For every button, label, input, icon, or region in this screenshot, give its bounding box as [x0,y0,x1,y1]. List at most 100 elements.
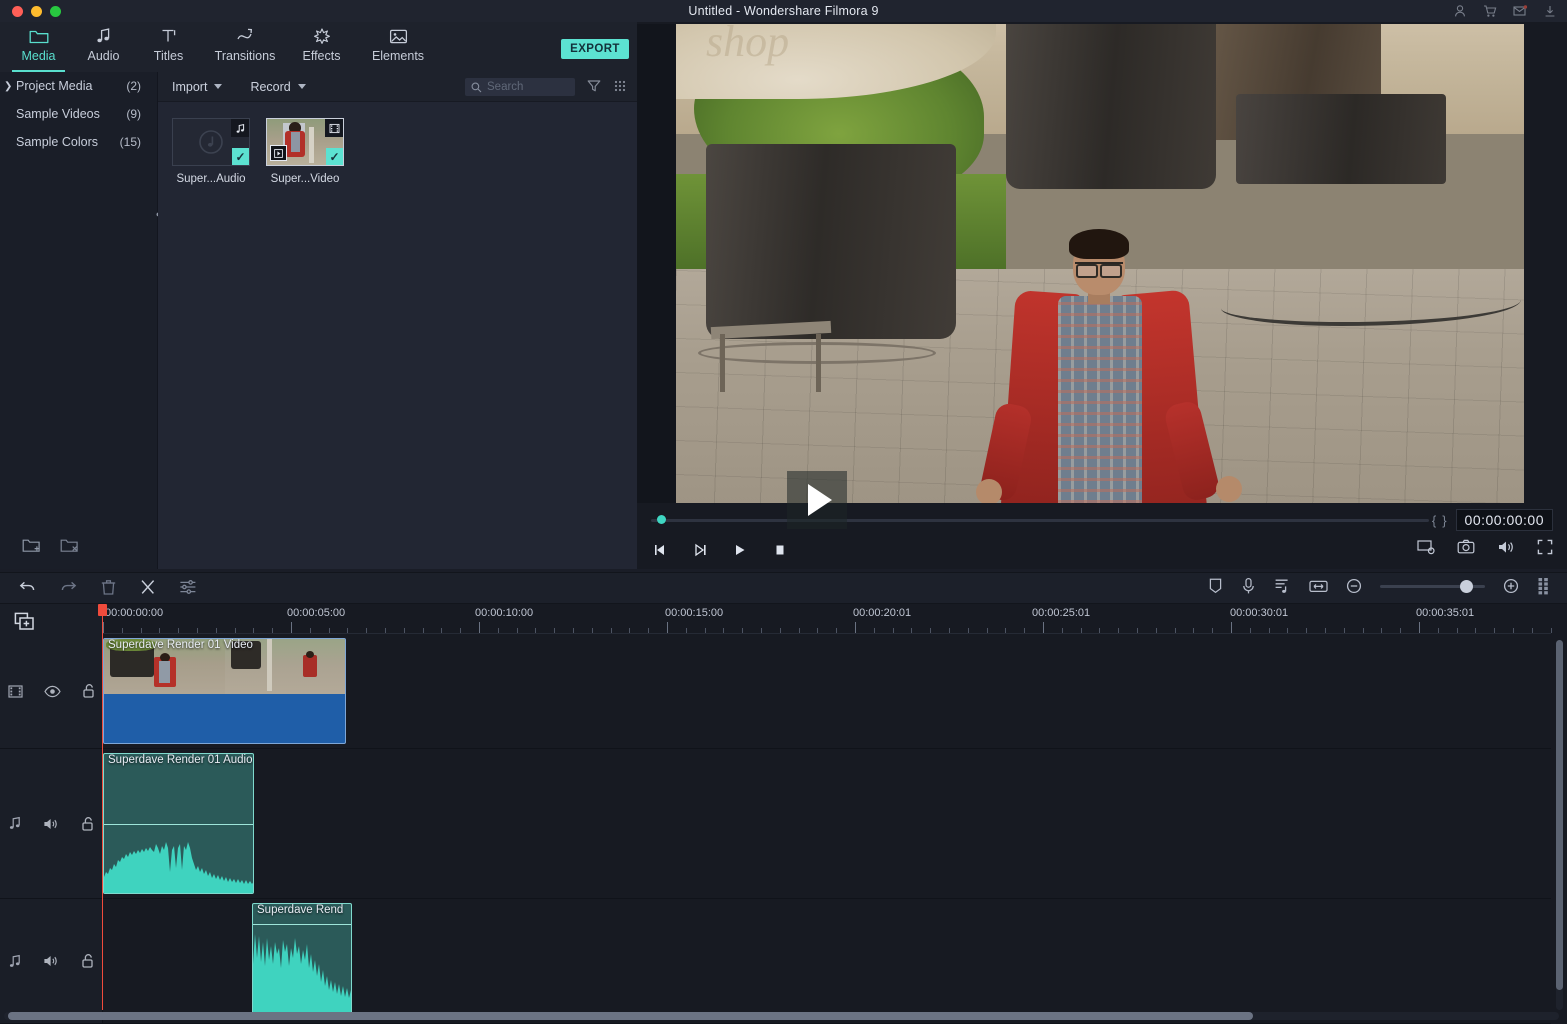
scrollbar-thumb[interactable] [8,1012,1253,1020]
record-menu-button[interactable]: Record [250,80,306,94]
volume-icon[interactable] [1497,539,1515,555]
prev-frame-button[interactable] [649,539,671,561]
timeline-vertical-scrollbar[interactable] [1556,640,1563,1010]
sidebar-item-project-media[interactable]: ❯ Project Media (2) [0,72,157,100]
unlock-icon[interactable] [82,683,96,699]
export-button[interactable]: EXPORT [561,39,629,59]
title-bar: Untitled - Wondershare Filmora 9 [0,0,1567,22]
mark-out-icon[interactable]: } [1439,513,1449,528]
fit-timeline-icon[interactable] [1309,579,1328,594]
scrollbar-thumb[interactable] [1556,640,1563,990]
ruler-tick-minor [779,628,781,633]
grid-view-icon[interactable] [613,79,627,93]
sidebar-item-sample-colors[interactable]: Sample Colors (15) [0,128,157,156]
preview-frame-content: shop [676,24,1524,503]
unlock-icon[interactable] [81,953,95,969]
ruler-tick-minor [1005,628,1007,633]
filter-icon[interactable] [587,79,601,93]
video-preview[interactable]: shop [676,24,1524,503]
cart-icon[interactable] [1483,4,1497,18]
play-preview-icon[interactable] [270,145,287,161]
undo-icon[interactable] [18,577,37,596]
preview-timecode[interactable]: 00:00:00:00 [1455,509,1553,531]
add-track-icon[interactable] [14,612,36,632]
mark-in-icon[interactable]: { [1429,513,1439,528]
track-lane-audio-1[interactable]: Superdave Render 01 Audio [103,749,1551,899]
delete-folder-icon[interactable] [60,537,80,554]
timeline-clip-audio-1[interactable]: Superdave Render 01 Audio [103,753,254,894]
media-item-audio[interactable]: ✓ Super...Audio [172,118,250,185]
tab-transitions[interactable]: Transitions [201,22,289,72]
search-box[interactable] [465,78,575,96]
voiceover-icon[interactable] [1241,577,1256,595]
tab-elements[interactable]: Elements [354,22,442,72]
render-preview-icon[interactable] [1417,539,1435,555]
split-icon[interactable] [139,578,157,596]
timeline-horizontal-scrollbar[interactable] [4,1012,1559,1020]
scrubber-handle[interactable] [657,515,666,524]
zoom-in-icon[interactable] [1503,578,1519,594]
next-frame-button[interactable] [689,539,711,561]
ruler-tick-minor [159,628,161,633]
playhead-handle[interactable] [98,604,107,616]
mail-icon[interactable] [1513,4,1528,18]
tab-effects[interactable]: Effects [289,22,354,72]
ruler-tick-minor [949,628,950,633]
unlock-icon[interactable] [81,816,95,832]
playback-scrubber[interactable] [651,515,1429,524]
zoom-slider-handle[interactable] [1460,579,1473,593]
timeline-zoom-slider[interactable] [1380,579,1485,593]
import-label: Import [172,79,208,94]
selected-check-icon[interactable]: ✓ [326,148,343,165]
tab-media[interactable]: Media [6,22,71,72]
account-icon[interactable] [1453,4,1467,18]
download-icon[interactable] [1543,4,1557,18]
folder-label: Sample Colors [16,135,98,149]
redo-icon[interactable] [59,577,78,596]
speaker-icon[interactable] [43,817,60,831]
media-thumbnail[interactable]: ✓ [266,118,344,166]
timeline-toolbar [0,572,1567,604]
timeline-clip-audio-2[interactable]: Superdave Rend [252,903,352,1016]
stop-button[interactable] [769,539,791,561]
folder-label: Sample Videos [16,107,100,121]
music-note-icon[interactable] [8,816,22,831]
tab-effects-label: Effects [302,49,341,63]
delete-icon[interactable] [100,578,117,596]
sidebar-item-sample-videos[interactable]: Sample Videos (9) [0,100,157,128]
import-menu-button[interactable]: Import [172,79,223,94]
film-icon[interactable] [7,684,23,699]
eye-icon[interactable] [43,685,61,698]
tab-titles[interactable]: Titles [136,22,201,72]
media-item-video[interactable]: ✓ Super...Video [266,118,344,185]
tab-audio[interactable]: Audio [71,22,136,72]
play-overlay-button[interactable] [787,471,847,529]
zoom-out-icon[interactable] [1346,578,1362,594]
selected-check-icon[interactable]: ✓ [232,148,249,165]
track-lane-video[interactable]: Superdave Render 01 Video [103,634,1551,749]
music-note-icon[interactable] [8,954,22,969]
media-thumbnail[interactable]: ✓ [172,118,250,166]
track-lane-audio-2[interactable]: Superdave Rend [103,899,1551,1024]
search-input[interactable] [487,81,567,93]
audio-mixer-icon[interactable] [1274,577,1291,595]
fullscreen-icon[interactable] [1537,539,1553,555]
track-headers [0,634,103,1024]
ruler-label: 00:00:25:01 [1032,607,1091,619]
audio-disc-icon [199,130,223,154]
ruler-tick-minor [234,628,236,633]
render-bar-icon[interactable] [1537,577,1551,595]
ruler-tick-minor [309,628,311,633]
speaker-icon[interactable] [43,954,60,968]
ruler-tick-minor [516,628,518,633]
timeline-clip-video[interactable]: Superdave Render 01 Video [103,638,346,744]
snapshot-icon[interactable] [1457,539,1475,555]
marker-icon[interactable] [1208,577,1223,595]
adjust-icon[interactable] [179,579,197,595]
play-button[interactable] [729,539,751,561]
playhead[interactable] [98,604,107,1010]
timeline-ruler[interactable]: 00:00:00:00 00:00:05:00 00:00:10:00 00:0… [103,604,1552,634]
ruler-tick-minor [121,628,123,633]
ruler-tick-minor [967,628,969,633]
new-folder-icon[interactable] [22,537,42,554]
